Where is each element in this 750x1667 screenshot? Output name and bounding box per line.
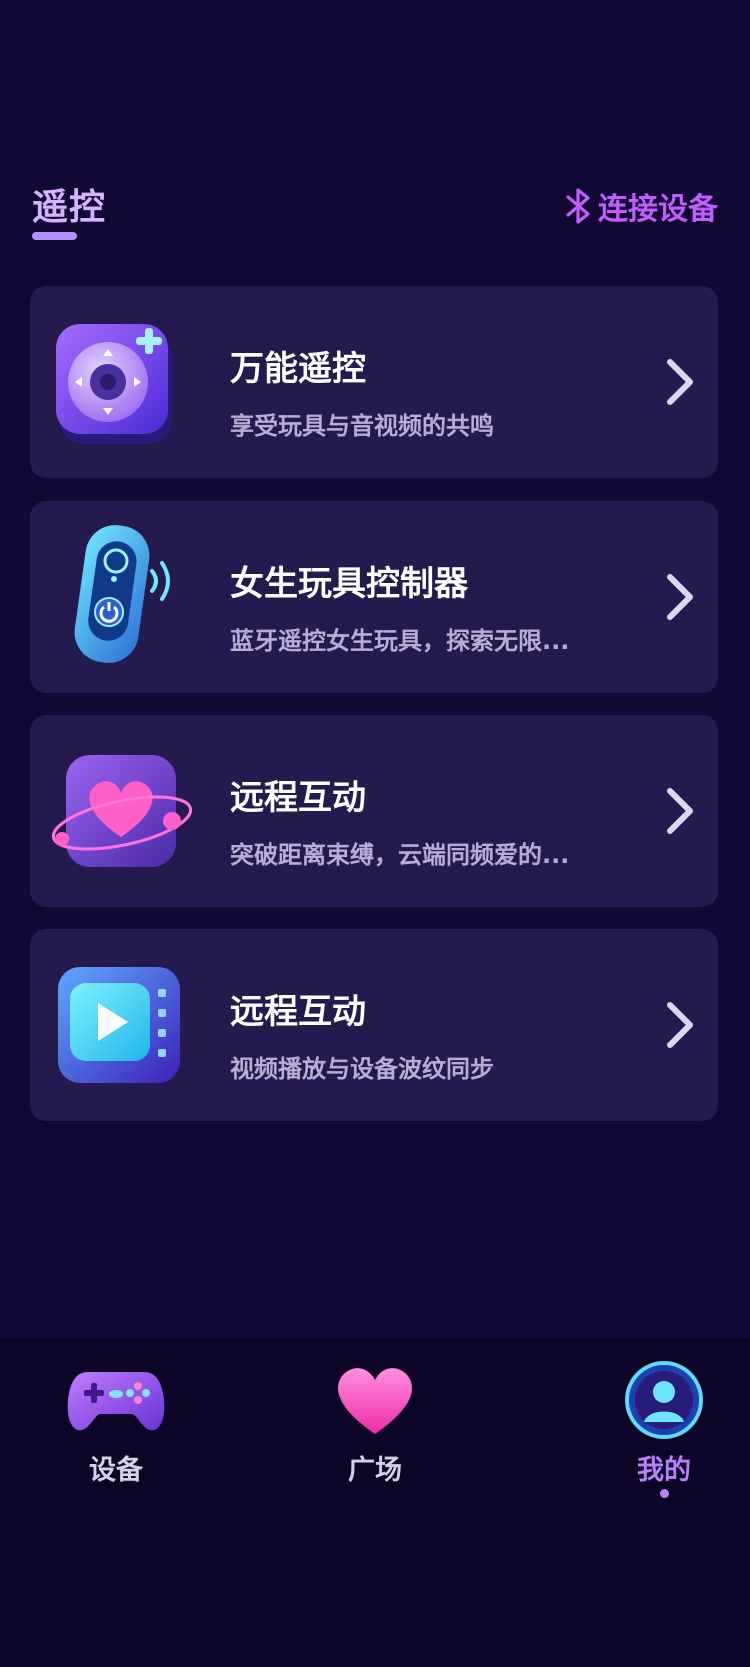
connect-device-label: 连接设备 <box>598 192 718 227</box>
heart-icon <box>338 1368 412 1434</box>
card-title: 远程互动 <box>230 778 366 818</box>
bluetooth-icon <box>566 188 590 224</box>
tab-mine[interactable]: 我的 <box>594 1360 734 1498</box>
connect-device-button[interactable]: 连接设备 <box>566 184 718 228</box>
card-description: 享受玩具与音视频的共鸣 <box>230 412 494 440</box>
chevron-right-icon <box>667 1002 693 1048</box>
video-play-icon <box>58 967 180 1083</box>
tab-devices[interactable]: 设备 <box>46 1360 186 1487</box>
card-title: 女生玩具控制器 <box>230 564 468 604</box>
card-universal-remote[interactable]: 万能遥控 享受玩具与音视频的共鸣 <box>30 286 718 478</box>
active-tab-dot <box>659 1489 669 1498</box>
user-avatar-icon <box>625 1361 703 1439</box>
tab-label: 我的 <box>637 1455 691 1486</box>
card-title: 万能遥控 <box>230 349 366 389</box>
page-title[interactable]: 遥控 <box>32 178 106 230</box>
card-remote-interaction[interactable]: 远程互动 突破距离束缚，云端同频爱的... <box>30 715 718 907</box>
gamepad-icon <box>67 1372 165 1431</box>
heart-orbit-icon <box>51 755 193 867</box>
tab-label: 广场 <box>348 1455 402 1486</box>
active-tab-indicator <box>32 232 77 240</box>
bluetooth-controller-icon <box>74 525 170 663</box>
tab-label: 设备 <box>89 1455 143 1486</box>
card-description: 突破距离束缚，云端同频爱的... <box>230 841 570 869</box>
card-toy-controller[interactable]: 女生玩具控制器 蓝牙遥控女生玩具，探索无限... <box>30 501 718 693</box>
card-title: 远程互动 <box>230 992 366 1032</box>
card-video-sync[interactable]: 远程互动 视频播放与设备波纹同步 <box>30 929 718 1121</box>
chevron-right-icon <box>667 574 693 620</box>
card-description: 视频播放与设备波纹同步 <box>230 1055 494 1083</box>
remote-dpad-icon <box>56 324 172 444</box>
chevron-right-icon <box>667 788 693 834</box>
tab-square[interactable]: 广场 <box>305 1360 445 1487</box>
card-description: 蓝牙遥控女生玩具，探索无限... <box>230 627 570 655</box>
chevron-right-icon <box>667 359 693 405</box>
